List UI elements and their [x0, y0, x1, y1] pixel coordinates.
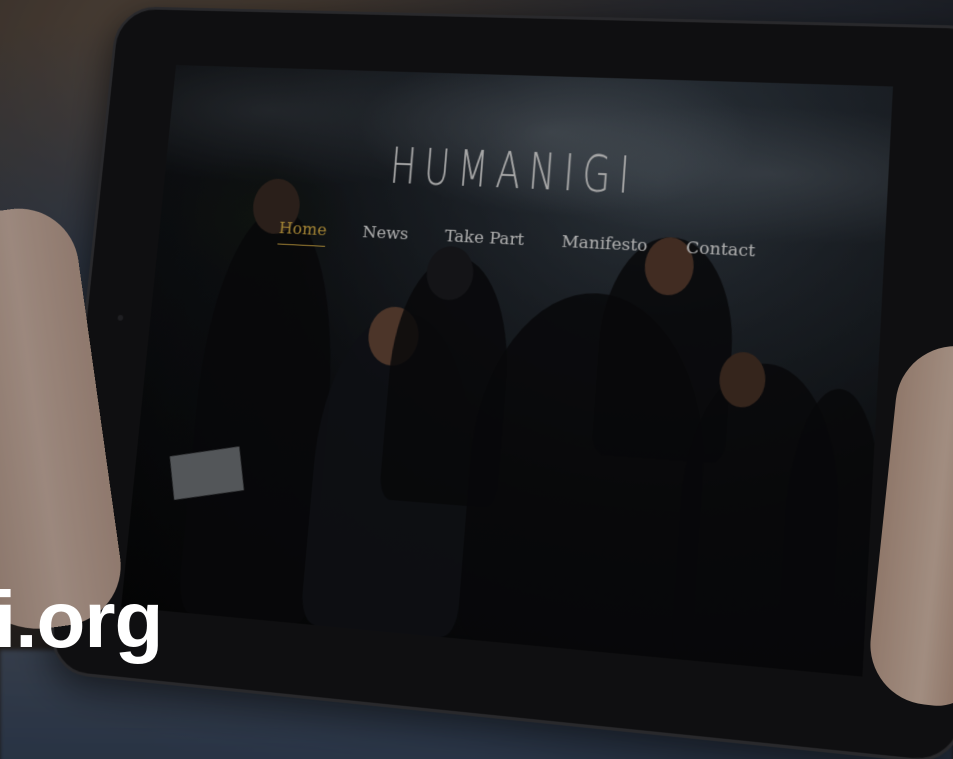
nav-take-part[interactable]: Take Part [443, 227, 525, 257]
camera-icon [117, 314, 124, 321]
domain-overlay-text: i.org [0, 575, 163, 664]
nav-contact[interactable]: Contact [685, 238, 755, 268]
photo-scene: HUMANIGI Home News Take Part Manifesto C… [0, 0, 953, 759]
tablet-screen: HUMANIGI Home News Take Part Manifesto C… [121, 65, 894, 677]
tablet-device: HUMANIGI Home News Take Part Manifesto C… [46, 6, 953, 759]
nav-news[interactable]: News [361, 223, 409, 251]
nav-home[interactable]: Home [277, 218, 328, 247]
site-logo[interactable]: HUMANIGI [388, 138, 640, 206]
nav-manifesto[interactable]: Manifesto [560, 232, 648, 263]
